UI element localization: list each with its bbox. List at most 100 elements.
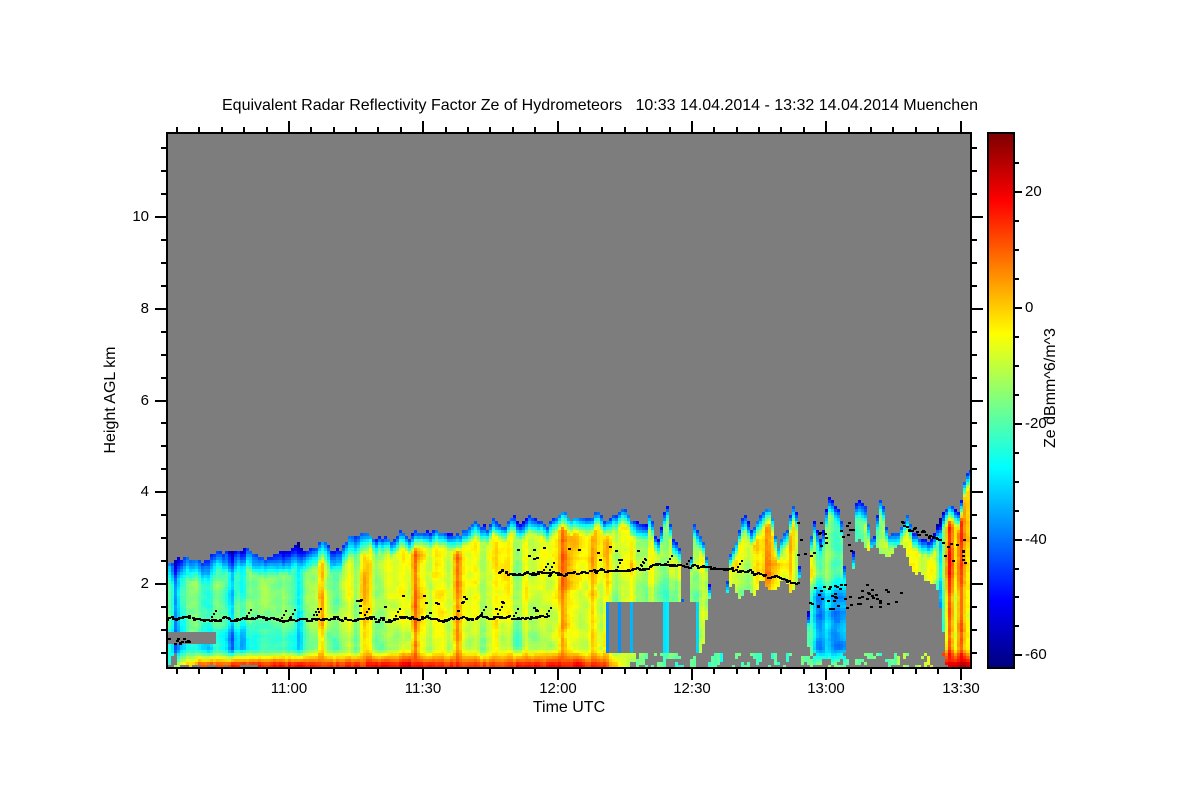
y-axis-title: Height AGL km [102,346,119,454]
x-tick [892,669,894,674]
x-tick [176,669,178,674]
y-tick [161,422,166,424]
x-tick [601,669,603,674]
colorbar-tick [1015,249,1019,251]
x-tick-top [803,127,805,132]
y-tick [161,468,166,470]
x-tick-top [288,121,290,132]
x-tick [221,669,223,674]
colorbar-tick [1015,220,1019,222]
colorbar-tick-label: -40 [1025,531,1047,548]
x-tick [736,669,738,674]
y-tick-right [972,445,977,447]
x-tick-top [377,127,379,132]
y-tick-right [972,560,977,562]
x-tick [288,669,290,680]
x-tick-top [310,127,312,132]
y-tick-right [972,629,977,631]
x-tick-top [713,127,715,132]
y-tick-right [972,652,977,654]
x-tick [377,669,379,674]
x-tick [266,669,268,674]
y-tick-right [972,400,983,402]
x-tick [534,669,536,674]
colorbar-tick [1015,596,1019,598]
y-tick-label: 10 [132,208,149,225]
x-tick [960,669,962,680]
y-tick-right [972,377,977,379]
y-tick-right [972,170,977,172]
y-tick-right [972,537,977,539]
x-tick [400,669,402,674]
x-tick-top [445,127,447,132]
plot-frame [166,132,972,669]
x-tick-top [422,121,424,132]
y-tick [161,285,166,287]
x-tick-top [780,127,782,132]
x-tick [512,669,514,674]
y-tick-right [972,468,977,470]
x-tick-label: 13:30 [942,680,980,697]
x-tick [870,669,872,674]
x-tick [937,669,939,674]
y-tick [161,147,166,149]
y-tick-right [972,308,983,310]
colorbar-tick [1015,191,1022,193]
x-tick-top [400,127,402,132]
x-tick-top [669,127,671,132]
x-tick-top [915,127,917,132]
chart-title: Equivalent Radar Reflectivity Factor Ze … [222,97,978,114]
x-tick [310,669,312,674]
x-tick-top [624,127,626,132]
y-tick-right [972,216,983,218]
x-tick [803,669,805,674]
colorbar-tick [1015,307,1022,309]
colorbar-tick [1015,481,1019,483]
colorbar-frame [987,132,1015,669]
x-tick-top [870,127,872,132]
x-tick-label: 13:00 [807,680,845,697]
x-tick-top [557,121,559,132]
y-tick [161,377,166,379]
x-tick-top [758,127,760,132]
x-tick-top [825,121,827,132]
colorbar-tick-label: -60 [1025,646,1047,663]
y-tick-right [972,354,977,356]
colorbar-tick [1015,365,1019,367]
y-tick [155,491,166,493]
x-tick-top [266,127,268,132]
x-tick-label: 12:30 [673,680,711,697]
colorbar-tick [1015,394,1019,396]
y-tick [161,629,166,631]
x-tick-top [489,127,491,132]
radar-reflectivity-figure: Equivalent Radar Reflectivity Factor Ze … [0,0,1200,800]
y-tick-right [972,193,977,195]
colorbar-tick [1015,568,1019,570]
x-tick [333,669,335,674]
y-tick [161,652,166,654]
y-tick-right [972,147,977,149]
colorbar-tick [1015,625,1019,627]
colorbar-tick-label: 20 [1025,183,1042,200]
colorbar-tick [1015,452,1019,454]
y-tick [161,193,166,195]
y-tick [155,308,166,310]
x-tick-top [937,127,939,132]
y-tick-right [972,422,977,424]
colorbar-tick [1015,162,1019,164]
y-tick [161,606,166,608]
y-tick-label: 2 [140,575,149,592]
colorbar-tick [1015,654,1022,656]
y-tick-right [972,262,977,264]
x-tick-top [355,127,357,132]
x-tick [780,669,782,674]
x-tick [579,669,581,674]
y-tick [161,170,166,172]
colorbar-tick [1015,539,1022,541]
x-tick-top [534,127,536,132]
y-tick [161,354,166,356]
x-tick [489,669,491,674]
x-tick [355,669,357,674]
y-tick-right [972,606,977,608]
x-tick-top [333,127,335,132]
